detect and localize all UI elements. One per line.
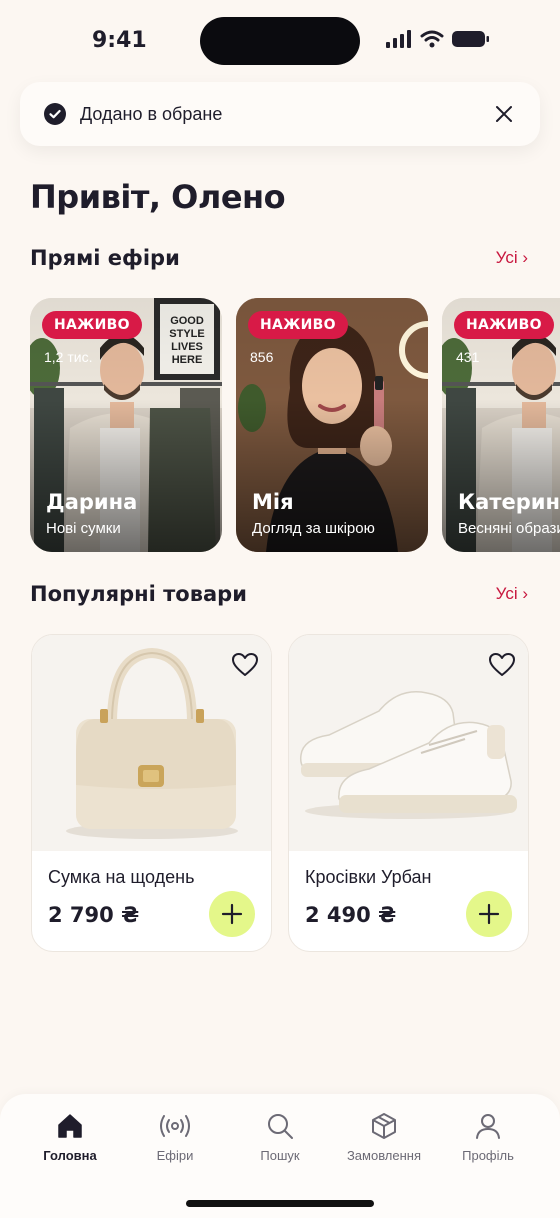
viewer-count: 431 [456,349,480,365]
stream-topic: Весняні образи [458,520,560,537]
wifi-icon [420,30,444,48]
tab-label: Головна [43,1148,97,1163]
user-icon [476,1114,500,1139]
add-to-cart-button[interactable] [466,891,512,937]
live-badge: НАЖИВО [248,311,348,339]
battery-icon [452,31,489,47]
favorite-heart-icon[interactable] [488,651,516,679]
status-time: 9:41 [92,28,147,53]
product-card[interactable]: Сумка на щодень 2 790 ₴ [31,634,272,952]
tab-label: Профіль [462,1148,514,1163]
status-bar: 9:41 [0,0,560,80]
products-section-title: Популярні товари [30,582,247,606]
viewer-count: 856 [250,349,274,365]
search-icon [268,1114,293,1139]
signal-icon [386,30,411,48]
product-name: Кросівки Урбан [305,867,432,887]
broadcast-icon [160,1115,190,1137]
plus-icon [478,903,500,925]
tab-broadcasts[interactable]: Ефіри [125,1112,225,1163]
streamer-name: Мія [252,490,294,514]
product-price: 2 490 ₴ [305,903,397,927]
stream-topic: Догляд за шкірою [252,520,375,537]
check-circle-icon [44,103,66,125]
streamer-name: Дарина [46,490,138,514]
product-card[interactable]: Кросівки Урбан 2 490 ₴ [288,634,529,952]
plus-icon [221,903,243,925]
add-to-cart-button[interactable] [209,891,255,937]
tab-search[interactable]: Пошук [230,1112,330,1163]
favorite-heart-icon[interactable] [231,651,259,679]
live-card[interactable]: НАЖИВО 431 Катерина Весняні образи [442,298,560,552]
home-indicator [186,1200,374,1207]
tab-label: Замовлення [346,1148,422,1163]
toast-notification: Додано в обране [20,82,540,146]
tab-home[interactable]: Головна [20,1112,120,1163]
products-see-all-link[interactable]: Усі › [496,584,528,604]
live-card[interactable]: НАЖИВО 856 Мія Догляд за шкірою [236,298,428,552]
product-price: 2 790 ₴ [48,903,140,927]
tab-orders[interactable]: Замовлення [334,1112,434,1163]
dynamic-island [200,17,360,65]
live-see-all-link[interactable]: Усі › [496,248,528,268]
tab-label: Пошук [260,1148,300,1163]
viewer-count: 1,2 тис. [44,349,93,365]
close-icon[interactable] [492,102,516,126]
page-title: Привіт, Олено [30,178,286,216]
home-icon [58,1114,82,1138]
live-streams-carousel[interactable]: GOOD STYLE LIVES HERE НАЖИВО 1,2 тис. Да… [30,298,560,554]
status-icons [386,30,490,48]
live-section-title: Прямі ефіри [30,246,180,270]
tab-profile[interactable]: Профіль [438,1112,538,1163]
stream-topic: Нові сумки [46,520,121,537]
streamer-name: Катерина [458,490,560,514]
live-badge: НАЖИВО [42,311,142,339]
tab-label: Ефіри [156,1148,194,1163]
toast-message: Додано в обране [80,104,223,124]
live-card[interactable]: GOOD STYLE LIVES HERE НАЖИВО 1,2 тис. Да… [30,298,222,552]
box-icon [372,1113,396,1139]
product-name: Сумка на щодень [48,867,195,887]
live-badge: НАЖИВО [454,311,554,339]
